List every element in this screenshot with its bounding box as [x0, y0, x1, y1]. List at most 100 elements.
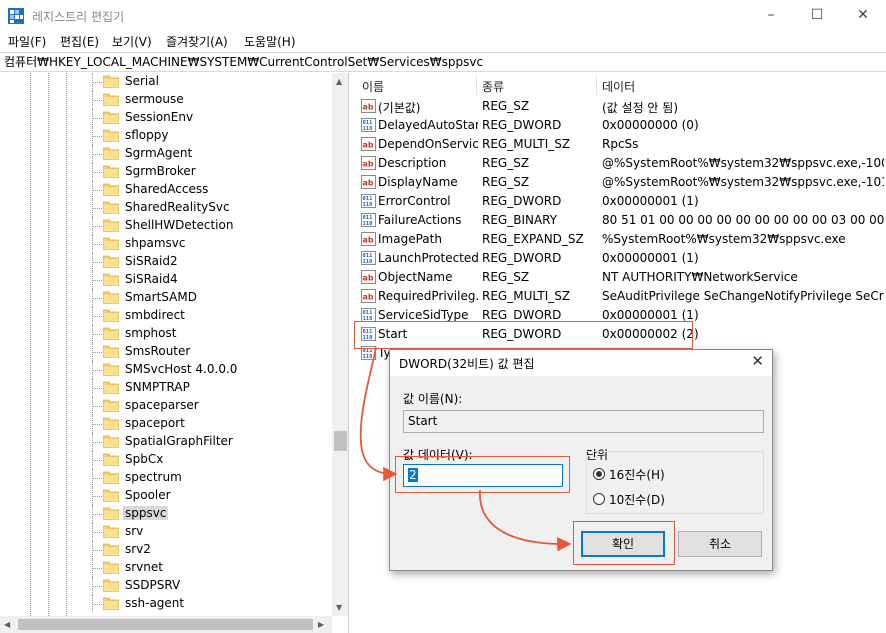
tree-item[interactable]: ShellHWDetection — [0, 217, 332, 235]
list-header: 이름 종류 데이터 — [354, 73, 886, 97]
tree-item[interactable]: SharedAccess — [0, 181, 332, 199]
value-name-cell: RequiredPrivileg... — [378, 289, 478, 303]
tree-connector-tick — [93, 298, 102, 299]
dialog-title: DWORD(32비트) 값 편집 — [399, 357, 535, 371]
tree-connector-tick — [93, 262, 102, 263]
tree-item[interactable]: srvnet — [0, 559, 332, 577]
folder-icon — [103, 273, 119, 286]
tree-connector-tick — [93, 550, 102, 551]
tree-item[interactable]: sermouse — [0, 91, 332, 109]
value-row[interactable]: 011 110 ErrorControl REG_DWORD 0x00000001 (1… — [354, 192, 886, 211]
tree-horizontal-scrollbar[interactable]: ◀ ▶ — [0, 616, 332, 633]
tree-item[interactable]: SMSvcHost 4.0.0.0 — [0, 361, 332, 379]
radio-dec-label[interactable]: 10진수(D) — [609, 491, 665, 508]
value-row[interactable]: ab DisplayName REG_SZ @%SystemRoot%₩system3… — [354, 173, 886, 192]
menu-view[interactable]: 보기(V) — [112, 33, 152, 50]
minimize-button[interactable]: – — [748, 0, 794, 30]
value-name-cell: ImagePath — [378, 232, 442, 246]
header-data[interactable]: 데이터 — [602, 78, 635, 95]
address-bar[interactable]: 컴퓨터₩HKEY_LOCAL_MACHINE₩SYSTEM₩CurrentCon… — [0, 52, 886, 72]
value-row[interactable]: 011 110 LaunchProtected REG_DWORD 0x00000001… — [354, 249, 886, 268]
value-row[interactable]: ab ObjectName REG_SZ NT AUTHORITY₩NetworkSe… — [354, 268, 886, 287]
tree-item[interactable]: ssh-agent — [0, 595, 332, 613]
value-row[interactable]: 011 110 DelayedAutoStart REG_DWORD 0x0000000… — [354, 116, 886, 135]
tree-item[interactable]: SmartSAMD — [0, 289, 332, 307]
tree-item[interactable]: SSDPSRV — [0, 577, 332, 595]
maximize-button[interactable]: ☐ — [794, 0, 840, 30]
tree-item[interactable]: SiSRaid2 — [0, 253, 332, 271]
close-button[interactable]: ✕ — [840, 0, 886, 30]
tree-item[interactable]: SiSRaid4 — [0, 271, 332, 289]
radio-hex-label[interactable]: 16진수(H) — [609, 466, 665, 483]
value-type-cell: REG_SZ — [482, 99, 530, 113]
value-row[interactable]: ab RequiredPrivileg... REG_MULTI_SZ SeAudit… — [354, 287, 886, 306]
value-row[interactable]: ab ImagePath REG_EXPAND_SZ %SystemRoot%₩sys… — [354, 230, 886, 249]
tree-item[interactable]: Serial — [0, 73, 332, 91]
tree-item[interactable]: SpbCx — [0, 451, 332, 469]
tree-item[interactable]: spaceparser — [0, 397, 332, 415]
tree-item[interactable]: sppsvc — [0, 505, 332, 523]
menu-help[interactable]: 도움말(H) — [244, 33, 296, 50]
folder-icon — [103, 507, 119, 520]
tree-item[interactable]: sfloppy — [0, 127, 332, 145]
tree-item[interactable]: srv2 — [0, 541, 332, 559]
value-row[interactable]: ab DependOnService REG_MULTI_SZ RpcSs — [354, 135, 886, 154]
radio-hex[interactable] — [593, 468, 605, 480]
tree-item[interactable]: SharedRealitySvc — [0, 199, 332, 217]
tree-item-label: SiSRaid2 — [125, 254, 178, 268]
tree-item[interactable]: shpamsvc — [0, 235, 332, 253]
header-name[interactable]: 이름 — [362, 78, 384, 95]
header-divider[interactable] — [596, 75, 597, 95]
scroll-down-icon[interactable]: ▼ — [336, 603, 342, 612]
tree-item[interactable]: smphost — [0, 325, 332, 343]
tree-item[interactable]: Spooler — [0, 487, 332, 505]
tree-item[interactable]: spaceport — [0, 415, 332, 433]
value-data-cell: %SystemRoot%₩system32₩sppsvc.exe — [602, 232, 846, 246]
value-name-cell: DelayedAutoStart — [378, 118, 478, 132]
menu-edit[interactable]: 편집(E) — [60, 33, 99, 50]
tree-item[interactable]: srv — [0, 523, 332, 541]
tree-ancestor-line — [66, 73, 67, 616]
value-type-cell: REG_DWORD — [482, 308, 562, 322]
regedit-app-icon — [8, 8, 24, 24]
tree-item-label: SharedAccess — [125, 182, 209, 196]
folder-icon — [103, 453, 119, 466]
tree-vertical-scrollbar[interactable]: ▲ ▼ — [332, 73, 348, 616]
tree-item[interactable]: smbdirect — [0, 307, 332, 325]
tree-hscroll-thumb[interactable] — [18, 619, 313, 630]
tree-item[interactable]: SmsRouter — [0, 343, 332, 361]
string-value-icon: ab — [361, 156, 376, 170]
header-type[interactable]: 종류 — [482, 78, 504, 95]
menu-favorites[interactable]: 즐겨찾기(A) — [166, 33, 228, 50]
tree-item-label: srv2 — [125, 542, 151, 556]
menu-file[interactable]: 파일(F) — [8, 33, 46, 50]
binary-value-icon: 011110 — [361, 194, 376, 208]
tree-item-label: SpbCx — [125, 452, 164, 466]
tree-item[interactable]: SNMPTRAP — [0, 379, 332, 397]
value-type-cell: REG_MULTI_SZ — [482, 289, 571, 303]
folder-icon — [103, 381, 119, 394]
start-row-highlight — [354, 321, 693, 349]
tree-item-label: SmsRouter — [125, 344, 191, 358]
scroll-up-icon[interactable]: ▲ — [336, 77, 342, 86]
header-divider[interactable] — [476, 75, 477, 95]
dialog-close-icon[interactable]: ✕ — [751, 352, 764, 370]
scroll-right-icon[interactable]: ▶ — [318, 620, 324, 629]
tree-item[interactable]: spectrum — [0, 469, 332, 487]
value-row[interactable]: ab Description REG_SZ @%SystemRoot%₩system3… — [354, 154, 886, 173]
scroll-left-icon[interactable]: ◀ — [4, 620, 10, 629]
value-row[interactable]: 011 110 FailureActions REG_BINARY 80 51 01 0… — [354, 211, 886, 230]
tree-scroll-thumb[interactable] — [334, 431, 347, 451]
tree-item[interactable]: SgrmBroker — [0, 163, 332, 181]
folder-icon — [103, 291, 119, 304]
tree-item[interactable]: SpatialGraphFilter — [0, 433, 332, 451]
tree-item[interactable]: SessionEnv — [0, 109, 332, 127]
value-name-cell: LaunchProtected — [378, 251, 478, 265]
folder-icon — [103, 327, 119, 340]
value-type-cell: REG_BINARY — [482, 213, 558, 227]
cancel-button[interactable]: 취소 — [678, 531, 762, 557]
value-name-cell: ServiceSidType — [378, 308, 469, 322]
radio-dec[interactable] — [593, 493, 605, 505]
tree-item[interactable]: SgrmAgent — [0, 145, 332, 163]
value-row[interactable]: ab (기본값) REG_SZ (값 설정 안 됨) — [354, 97, 886, 116]
